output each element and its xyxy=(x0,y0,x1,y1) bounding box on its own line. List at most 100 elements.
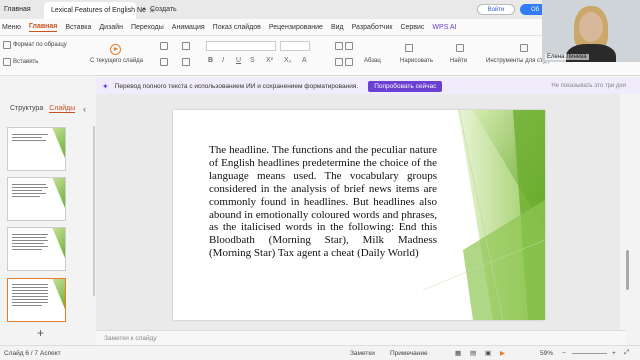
align-button[interactable] xyxy=(335,58,353,66)
thumb-text-line xyxy=(12,249,42,250)
vertical-scrollbar[interactable] xyxy=(625,110,631,330)
try-now-button[interactable]: Попробовать сейчас xyxy=(368,80,443,92)
underline-icon[interactable]: U xyxy=(236,57,241,64)
slide-thumbnail-selected[interactable] xyxy=(7,278,66,322)
slide-thumbnail[interactable] xyxy=(7,127,66,171)
comment-toggle[interactable]: Примечание xyxy=(390,350,428,357)
tab-outline[interactable]: Структура xyxy=(10,105,43,113)
clipboard-icon xyxy=(3,58,11,66)
fit-window-icon[interactable]: ⤢ xyxy=(624,349,629,357)
sorter-view-icon[interactable]: ▤ xyxy=(470,349,476,357)
menu-animation[interactable]: Анимация xyxy=(172,24,205,31)
format-painter-button[interactable]: Формат по образцу xyxy=(3,41,67,49)
font-family-select[interactable] xyxy=(206,41,276,51)
share-label: Об xyxy=(530,6,540,13)
add-slide-button[interactable]: + xyxy=(37,326,44,340)
shapes-icon xyxy=(405,44,413,52)
aspect-button[interactable]: Аспект xyxy=(40,350,61,357)
tab-document[interactable]: Lexical Features of English Ne ✕ xyxy=(44,2,155,19)
thumb-text-line xyxy=(12,193,46,194)
align-center-icon xyxy=(345,58,353,66)
thumb-text-line xyxy=(12,293,48,294)
font-size-select[interactable] xyxy=(280,41,310,51)
draw-button[interactable]: Нарисовать xyxy=(400,58,433,64)
bullets-button[interactable] xyxy=(335,42,353,50)
align-left-icon xyxy=(335,58,343,66)
menu-design[interactable]: Дизайн xyxy=(99,24,123,31)
shapes-icon-wrap[interactable] xyxy=(405,44,413,52)
layout-button[interactable] xyxy=(160,42,168,50)
thumb-green-decoration xyxy=(52,128,65,158)
superscript-icon[interactable]: X² xyxy=(266,57,273,64)
italic-icon[interactable]: I xyxy=(222,57,224,64)
thumb-text-line xyxy=(12,140,46,141)
new-slide-button[interactable] xyxy=(182,58,190,66)
normal-view-icon[interactable]: ▦ xyxy=(455,349,461,357)
panel-scrollbar[interactable] xyxy=(93,126,95,296)
presenter-name: Елена Линева xyxy=(545,54,589,60)
paragraph-button[interactable]: Абзац xyxy=(364,58,381,64)
menu-wps-ai[interactable]: WPS AI xyxy=(432,24,456,31)
thumb-green-decoration xyxy=(52,228,65,258)
thumb-text-line xyxy=(12,190,42,191)
thumb-text-line xyxy=(12,187,48,188)
collapse-panel-icon[interactable]: ‹ xyxy=(83,104,86,114)
menu-view[interactable]: Вид xyxy=(331,24,344,31)
section-button[interactable] xyxy=(182,42,190,50)
menu-home[interactable]: Главная xyxy=(28,23,58,32)
find-button[interactable]: Найти xyxy=(450,58,467,64)
slide-thumbnail[interactable] xyxy=(7,177,66,221)
thumb-green-decoration xyxy=(52,178,65,208)
new-tab-button[interactable]: + Создать xyxy=(136,6,183,13)
thumb-text-line xyxy=(12,134,48,135)
zoom-in-icon[interactable]: + xyxy=(612,350,616,357)
layout-icon xyxy=(160,42,168,50)
dismiss-banner-link[interactable]: Не показывать это три дня xyxy=(551,83,626,89)
brush-icon xyxy=(3,41,11,49)
zoom-slider[interactable] xyxy=(572,353,607,354)
menu-developer[interactable]: Разработчик xyxy=(352,24,393,31)
new-tab-label: Создать xyxy=(150,6,177,13)
thumb-text-line xyxy=(12,237,46,238)
font-color-icon[interactable]: A xyxy=(302,57,307,64)
paragraph-label: Абзац xyxy=(364,58,381,64)
reset-button[interactable] xyxy=(160,58,168,66)
menu-slideshow[interactable]: Показ слайдов xyxy=(213,24,261,31)
panel-tabs: Структура Слайды xyxy=(10,105,76,113)
login-button[interactable]: Войти xyxy=(477,4,515,15)
from-current-label: С текущего слайда xyxy=(90,58,144,64)
student-tools-icon-wrap[interactable] xyxy=(520,44,528,52)
tab-slides[interactable]: Слайды xyxy=(49,105,76,113)
scrollbar-thumb[interactable] xyxy=(626,250,629,290)
reading-view-icon[interactable]: ▣ xyxy=(485,349,491,357)
subscript-icon[interactable]: X₂ xyxy=(284,57,291,64)
slide-counter: Слайд 6 / 7 xyxy=(4,349,38,357)
paste-button[interactable]: Вставить xyxy=(3,58,38,66)
tab-home[interactable]: Главная xyxy=(0,0,44,19)
reset-icon xyxy=(160,58,168,66)
thumb-text-line xyxy=(12,296,48,297)
zoom-level[interactable]: 59% xyxy=(540,350,553,357)
file-menu[interactable]: Меню xyxy=(2,24,21,31)
slide-thumbnail[interactable] xyxy=(7,227,66,271)
bold-icon[interactable]: B xyxy=(208,57,213,64)
slide-body-text[interactable]: The headline. The functions and the pecu… xyxy=(209,144,437,260)
tab-home-label: Главная xyxy=(4,6,31,13)
menu-insert[interactable]: Вставка xyxy=(65,24,91,31)
slide-notes[interactable]: Заметки к слайду xyxy=(96,330,626,345)
find-icon-wrap[interactable] xyxy=(456,44,464,52)
zoom-out-icon[interactable]: − xyxy=(562,350,566,357)
menu-review[interactable]: Рецензирование xyxy=(269,24,323,31)
banner-text: Перевод полного текста с использованием … xyxy=(114,82,359,90)
strikethrough-icon[interactable]: S xyxy=(250,57,255,64)
notes-placeholder: Заметки к слайду xyxy=(104,335,157,342)
menu-tools[interactable]: Сервис xyxy=(400,24,424,31)
current-slide[interactable]: The headline. The functions and the pecu… xyxy=(173,110,545,320)
notes-toggle[interactable]: Заметки xyxy=(350,350,375,357)
play-icon-wrap[interactable] xyxy=(110,44,121,55)
slideshow-view-icon[interactable]: ▶ xyxy=(500,349,505,357)
thumb-green-decoration xyxy=(52,279,65,309)
menu-transitions[interactable]: Переходы xyxy=(131,24,164,31)
thumb-text-line xyxy=(12,234,48,235)
from-current-slide-button[interactable]: С текущего слайда xyxy=(90,58,143,64)
